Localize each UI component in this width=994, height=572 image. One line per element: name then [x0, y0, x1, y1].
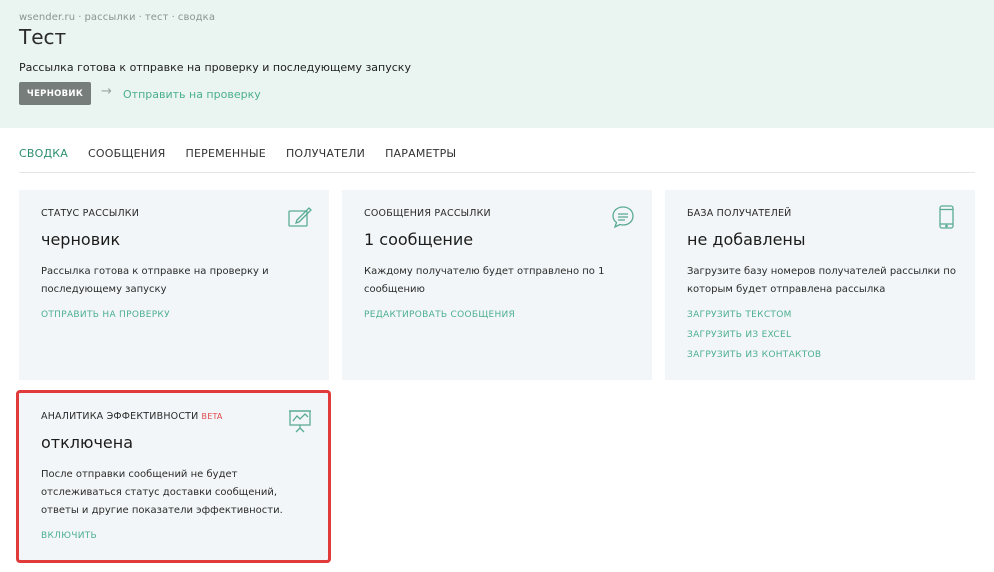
tab-recipients[interactable]: ПОЛУЧАТЕЛИ — [286, 147, 365, 160]
breadcrumb-separator: · — [171, 12, 175, 23]
upload-excel-button[interactable]: ЗАГРУЗИТЬ ИЗ EXCEL — [687, 330, 791, 340]
tab-summary[interactable]: СВОДКА — [19, 147, 68, 160]
send-for-review-link[interactable]: Отправить на проверку — [123, 88, 261, 101]
highlight-frame — [16, 390, 331, 563]
card-value: черновик — [41, 230, 121, 249]
card-value: не добавлены — [687, 230, 806, 249]
send-for-review-button[interactable]: ОТПРАВИТЬ НА ПРОВЕРКУ — [41, 310, 170, 320]
card-title: БАЗА ПОЛУЧАТЕЛЕЙ — [687, 208, 792, 219]
breadcrumb-separator: · — [138, 12, 142, 23]
card-description: Каждому получателю будет отправлено по 1… — [364, 266, 605, 295]
tab-bar: СВОДКА СООБЩЕНИЯ ПЕРЕМЕННЫЕ ПОЛУЧАТЕЛИ П… — [19, 147, 476, 160]
chat-icon — [612, 206, 634, 229]
phone-icon — [939, 205, 954, 229]
status-badge: ЧЕРНОВИК — [19, 82, 91, 105]
card-title: СТАТУС РАССЫЛКИ — [41, 208, 140, 219]
breadcrumb-item-summary: сводка — [177, 12, 216, 23]
tab-messages[interactable]: СООБЩЕНИЯ — [88, 147, 165, 160]
status-card: СТАТУС РАССЫЛКИ черновик Рассылка готова… — [19, 190, 329, 380]
breadcrumb-item-test[interactable]: тест — [145, 12, 169, 23]
upload-contacts-button[interactable]: ЗАГРУЗИТЬ ИЗ КОНТАКТОВ — [687, 350, 821, 360]
card-title: СООБЩЕНИЯ РАССЫЛКИ — [364, 208, 491, 219]
status-message: Рассылка готова к отправке на проверку и… — [19, 61, 411, 74]
page-title: Тест — [19, 25, 67, 49]
tab-parameters[interactable]: ПАРАМЕТРЫ — [385, 147, 456, 160]
messages-card: СООБЩЕНИЯ РАССЫЛКИ 1 сообщение Каждому п… — [342, 190, 652, 380]
breadcrumb-item-mailings[interactable]: рассылки — [84, 12, 135, 23]
card-description: Загрузите базу номеров получателей рассы… — [687, 266, 956, 295]
recipients-card: БАЗА ПОЛУЧАТЕЛЕЙ не добавлены Загрузите … — [665, 190, 975, 380]
breadcrumb-item-site[interactable]: wsender.ru — [19, 12, 75, 23]
edit-icon — [288, 207, 312, 227]
tab-variables[interactable]: ПЕРЕМЕННЫЕ — [185, 147, 265, 160]
edit-messages-button[interactable]: РЕДАКТИРОВАТЬ СООБЩЕНИЯ — [364, 310, 515, 320]
upload-text-button[interactable]: ЗАГРУЗИТЬ ТЕКСТОМ — [687, 310, 792, 320]
card-description: Рассылка готова к отправке на проверку и… — [41, 266, 269, 295]
tab-divider — [19, 172, 975, 173]
card-value: 1 сообщение — [364, 230, 474, 249]
breadcrumb-separator: · — [78, 12, 82, 23]
page-header: wsender.ru · рассылки · тест · сводка Тест Рас… — [0, 0, 994, 128]
breadcrumb: wsender.ru · рассылки · тест · сводка — [19, 12, 215, 23]
arrow-right-icon: → — [101, 84, 112, 99]
